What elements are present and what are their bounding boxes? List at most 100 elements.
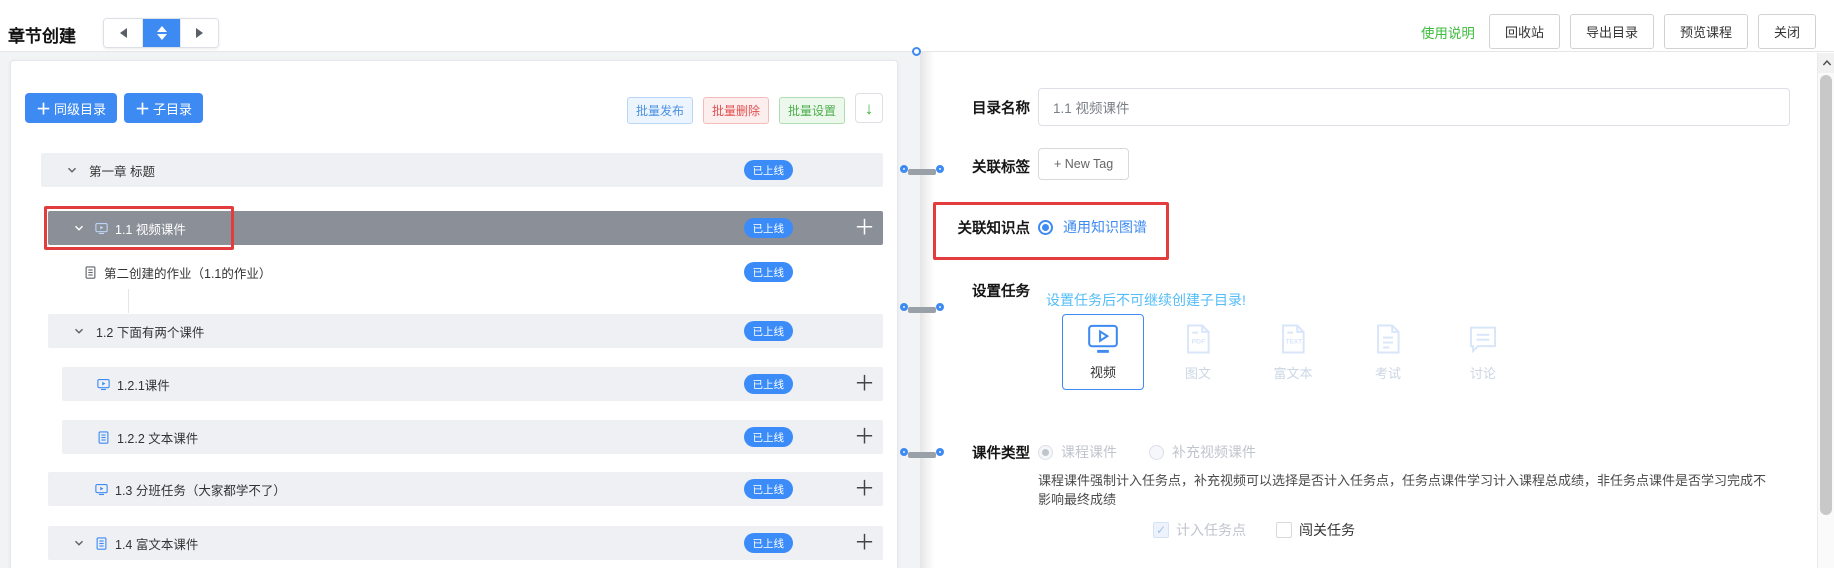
task-type-label: 视频: [1090, 362, 1116, 381]
detail-panel: 目录名称 关联标签 + New Tag 关联知识点 通用知识图谱 设置任务 设置…: [920, 52, 1834, 568]
add-sibling-label: 同级目录: [54, 99, 106, 118]
text-document-icon: [94, 536, 109, 551]
tree-row-homework[interactable]: 第二创建的作业（1.1的作业） 已上线: [62, 255, 883, 289]
tree-row-label: 1.4 富文本课件: [115, 534, 198, 553]
scrollbar[interactable]: [1817, 53, 1834, 568]
chevron-down-icon[interactable]: [72, 324, 86, 338]
prev-arrow-button[interactable]: [104, 19, 142, 47]
tree-row-1-2-2[interactable]: 1.2.2 文本课件 已上线 ＋: [62, 420, 883, 454]
task-type-label: 讨论: [1470, 363, 1496, 382]
tree-row-label: 1.1 视频课件: [115, 219, 186, 238]
tree-row-label: 第一章 标题: [89, 161, 155, 180]
tree-toolbar: ＋同级目录 ＋子目录 批量发布 批量删除 批量设置 ↓: [25, 93, 883, 124]
tree-row-label: 第二创建的作业（1.1的作业）: [104, 263, 271, 282]
svg-text:PDF: PDF: [1192, 338, 1206, 345]
catalog-tree: 第一章 标题 已上线 1.1 视频课件 已上线 ＋ 第二创建的作业（1.1的作业…: [11, 153, 897, 560]
knowledge-label: 关联知识点: [926, 217, 1030, 238]
exam-icon: [1371, 322, 1405, 356]
sort-icon: [157, 26, 167, 40]
supplementary-video-option[interactable]: 补充视频课件: [1172, 442, 1256, 462]
chapter-creation-page: 章节创建 使用说明 回收站 导出目录 预览课程 关闭 ＋同级目录 ＋子目录 批量…: [0, 0, 1834, 568]
task-type-video[interactable]: 视频: [1062, 314, 1144, 390]
task-type-label: 图文: [1185, 363, 1211, 382]
catalog-tree-panel: ＋同级目录 ＋子目录 批量发布 批量删除 批量设置 ↓ 第一章 标题 已上线: [10, 60, 898, 568]
catalog-name-input[interactable]: [1038, 88, 1790, 126]
link-connector: [900, 165, 944, 179]
task-type-imagetext[interactable]: PDF 图文: [1157, 314, 1239, 390]
tree-row-1-2-1[interactable]: 1.2.1课件 已上线 ＋: [62, 367, 883, 401]
status-badge: 已上线: [744, 479, 794, 499]
export-catalog-button[interactable]: 导出目录: [1570, 14, 1654, 49]
plus-icon: ＋: [135, 98, 150, 119]
tree-row-label: 1.2.2 文本课件: [117, 428, 198, 447]
tree-guide-line: [128, 289, 129, 313]
download-button[interactable]: ↓: [855, 93, 883, 123]
task-type-discussion[interactable]: 讨论: [1442, 314, 1524, 390]
checkbox-empty-icon[interactable]: [1276, 522, 1292, 538]
video-icon: [96, 377, 111, 392]
name-label: 目录名称: [926, 97, 1030, 118]
add-child-button[interactable]: ＋子目录: [124, 93, 203, 123]
plus-icon[interactable]: ＋: [854, 479, 875, 500]
knowledge-graph-radio-group[interactable]: 通用知识图谱: [1038, 217, 1147, 237]
radio-disabled-icon[interactable]: [1149, 445, 1164, 460]
tree-row-label: 1.2 下面有两个课件: [96, 322, 204, 341]
status-badge: 已上线: [744, 374, 794, 394]
task-type-richtext[interactable]: TEXT 富文本: [1252, 314, 1334, 390]
tree-row-label: 1.2.1课件: [117, 375, 170, 394]
scroll-up-button[interactable]: [1818, 53, 1834, 73]
scrollbar-thumb[interactable]: [1820, 75, 1832, 515]
plus-icon[interactable]: ＋: [854, 218, 875, 239]
divider-handle-dot[interactable]: [912, 47, 921, 56]
chevron-down-icon[interactable]: [72, 536, 86, 550]
download-icon: ↓: [865, 99, 874, 118]
tree-row-1-4[interactable]: 1.4 富文本课件 已上线 ＋: [48, 526, 883, 560]
batch-settings-button[interactable]: 批量设置: [779, 97, 845, 124]
tree-nav-group: [103, 18, 219, 48]
batch-publish-button[interactable]: 批量发布: [627, 97, 693, 124]
new-tag-button[interactable]: + New Tag: [1038, 148, 1129, 180]
status-badge: 已上线: [744, 533, 794, 553]
task-type-exam[interactable]: 考试: [1347, 314, 1429, 390]
task-label: 设置任务: [926, 280, 1030, 301]
task-warning-text: 设置任务后不可继续创建子目录!: [1046, 290, 1246, 310]
tree-row-1-3[interactable]: 1.3 分班任务（大家都学不了） 已上线 ＋: [48, 472, 883, 506]
plus-icon[interactable]: ＋: [854, 533, 875, 554]
task-point-checkbox-group: ✓ 计入任务点 闯关任务: [1153, 520, 1355, 540]
task-type-label: 考试: [1375, 363, 1401, 382]
batch-delete-button[interactable]: 批量删除: [703, 97, 769, 124]
knowledge-graph-option[interactable]: 通用知识图谱: [1063, 217, 1147, 237]
radio-selected-icon[interactable]: [1038, 220, 1053, 235]
document-icon: [83, 265, 98, 280]
usage-help-link[interactable]: 使用说明: [1421, 22, 1475, 42]
svg-text:TEXT: TEXT: [1286, 338, 1303, 345]
radio-disabled-selected-icon[interactable]: [1038, 445, 1053, 460]
video-icon: [1085, 323, 1121, 355]
plus-icon[interactable]: ＋: [854, 374, 875, 395]
level-task-label: 闯关任务: [1299, 520, 1355, 540]
status-badge: 已上线: [744, 321, 794, 341]
preview-course-button[interactable]: 预览课程: [1664, 14, 1748, 49]
status-badge: 已上线: [744, 262, 794, 282]
add-sibling-button[interactable]: ＋同级目录: [25, 93, 117, 123]
page-title: 章节创建: [8, 22, 76, 47]
task-type-label: 富文本: [1273, 363, 1312, 382]
video-icon: [94, 221, 109, 236]
checkbox-checked-icon[interactable]: ✓: [1153, 522, 1169, 538]
tree-row-label: 1.3 分班任务（大家都学不了）: [115, 480, 286, 499]
plus-icon: ＋: [36, 98, 51, 119]
tree-row-chapter1[interactable]: 第一章 标题 已上线: [41, 153, 883, 187]
recycle-bin-button[interactable]: 回收站: [1489, 14, 1560, 49]
next-arrow-button[interactable]: [180, 19, 218, 47]
sort-toggle-button[interactable]: [142, 19, 180, 47]
chevron-down-icon[interactable]: [65, 163, 79, 177]
plus-icon[interactable]: ＋: [854, 427, 875, 448]
close-button[interactable]: 关闭: [1758, 14, 1816, 49]
tree-row-1-2[interactable]: 1.2 下面有两个课件 已上线: [48, 314, 883, 348]
text-document-icon: [96, 430, 111, 445]
chevron-down-icon[interactable]: [72, 221, 86, 235]
course-courseware-option[interactable]: 课程课件: [1061, 442, 1117, 462]
pdf-icon: PDF: [1181, 322, 1215, 356]
add-child-label: 子目录: [153, 99, 192, 118]
tree-row-1-1-selected[interactable]: 1.1 视频课件 已上线 ＋: [48, 211, 883, 245]
